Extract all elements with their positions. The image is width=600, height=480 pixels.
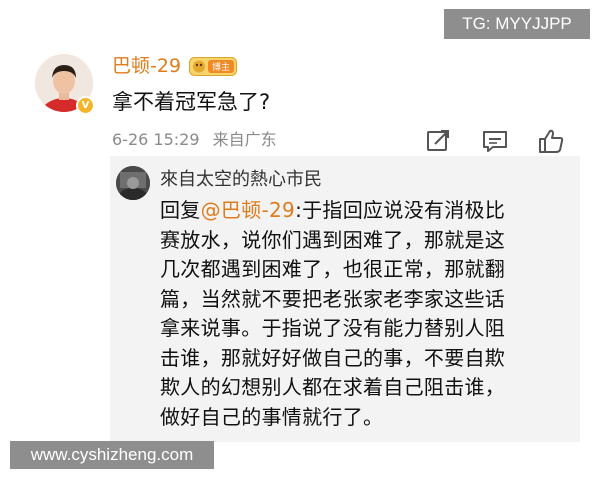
reply-avatar[interactable] xyxy=(116,166,150,200)
post-time: 6-26 15:29 xyxy=(112,130,200,149)
reply-line-1: 回复@巴顿-29:于指回应说没有消极比 xyxy=(160,196,570,226)
reply-prefix: 回复 xyxy=(160,198,201,222)
reply-line-3: 几次都遇到困难了，也很正常，那就翻 xyxy=(160,257,506,281)
post-location: 来自广东 xyxy=(212,130,277,149)
badge-label: 博主 xyxy=(212,61,230,73)
like-icon[interactable] xyxy=(537,128,565,154)
verified-badge-icon: V xyxy=(76,96,95,115)
post-text: 拿不着冠军急了? xyxy=(112,90,271,114)
reply-line-4: 篇，当然就不要把老张家老李家这些话 xyxy=(160,286,506,311)
reply-mention-link[interactable]: @巴顿-29 xyxy=(201,198,295,222)
watermark-tg: TG: MYYJJPP xyxy=(444,9,590,39)
reply-text: 回复@巴顿-29:于指回应说没有消极比 赛放水，说你们遇到困难了，那就是这 几次… xyxy=(160,196,570,432)
post-username[interactable]: 巴顿-29 xyxy=(112,53,181,79)
reply-line-6: 击谁，那就好好做自己的事，不要自欺 xyxy=(160,345,506,370)
blogger-badge: 博主 xyxy=(189,57,237,76)
reply-line-text: :于指回应说没有消极比 xyxy=(295,198,506,222)
reply-line-8: 做好自己的事情就行了。 xyxy=(160,404,384,429)
reply-line-7: 欺人的幻想别人都在求着自己阻击谁， xyxy=(160,375,506,399)
reply-line-2: 赛放水，说你们遇到困难了，那就是这 xyxy=(160,227,506,252)
reply-avatar-icon xyxy=(116,166,150,200)
reply-username[interactable]: 來自太空的熱心市民 xyxy=(160,167,322,193)
comment-icon[interactable] xyxy=(481,128,509,154)
share-icon[interactable] xyxy=(425,128,453,154)
watermark-url: www.cyshizheng.com xyxy=(10,441,214,469)
post-meta: 6-26 15:29 来自广东 xyxy=(112,128,285,152)
reply-line-5: 拿来说事。于指说了没有能力替别人阻 xyxy=(160,316,506,340)
